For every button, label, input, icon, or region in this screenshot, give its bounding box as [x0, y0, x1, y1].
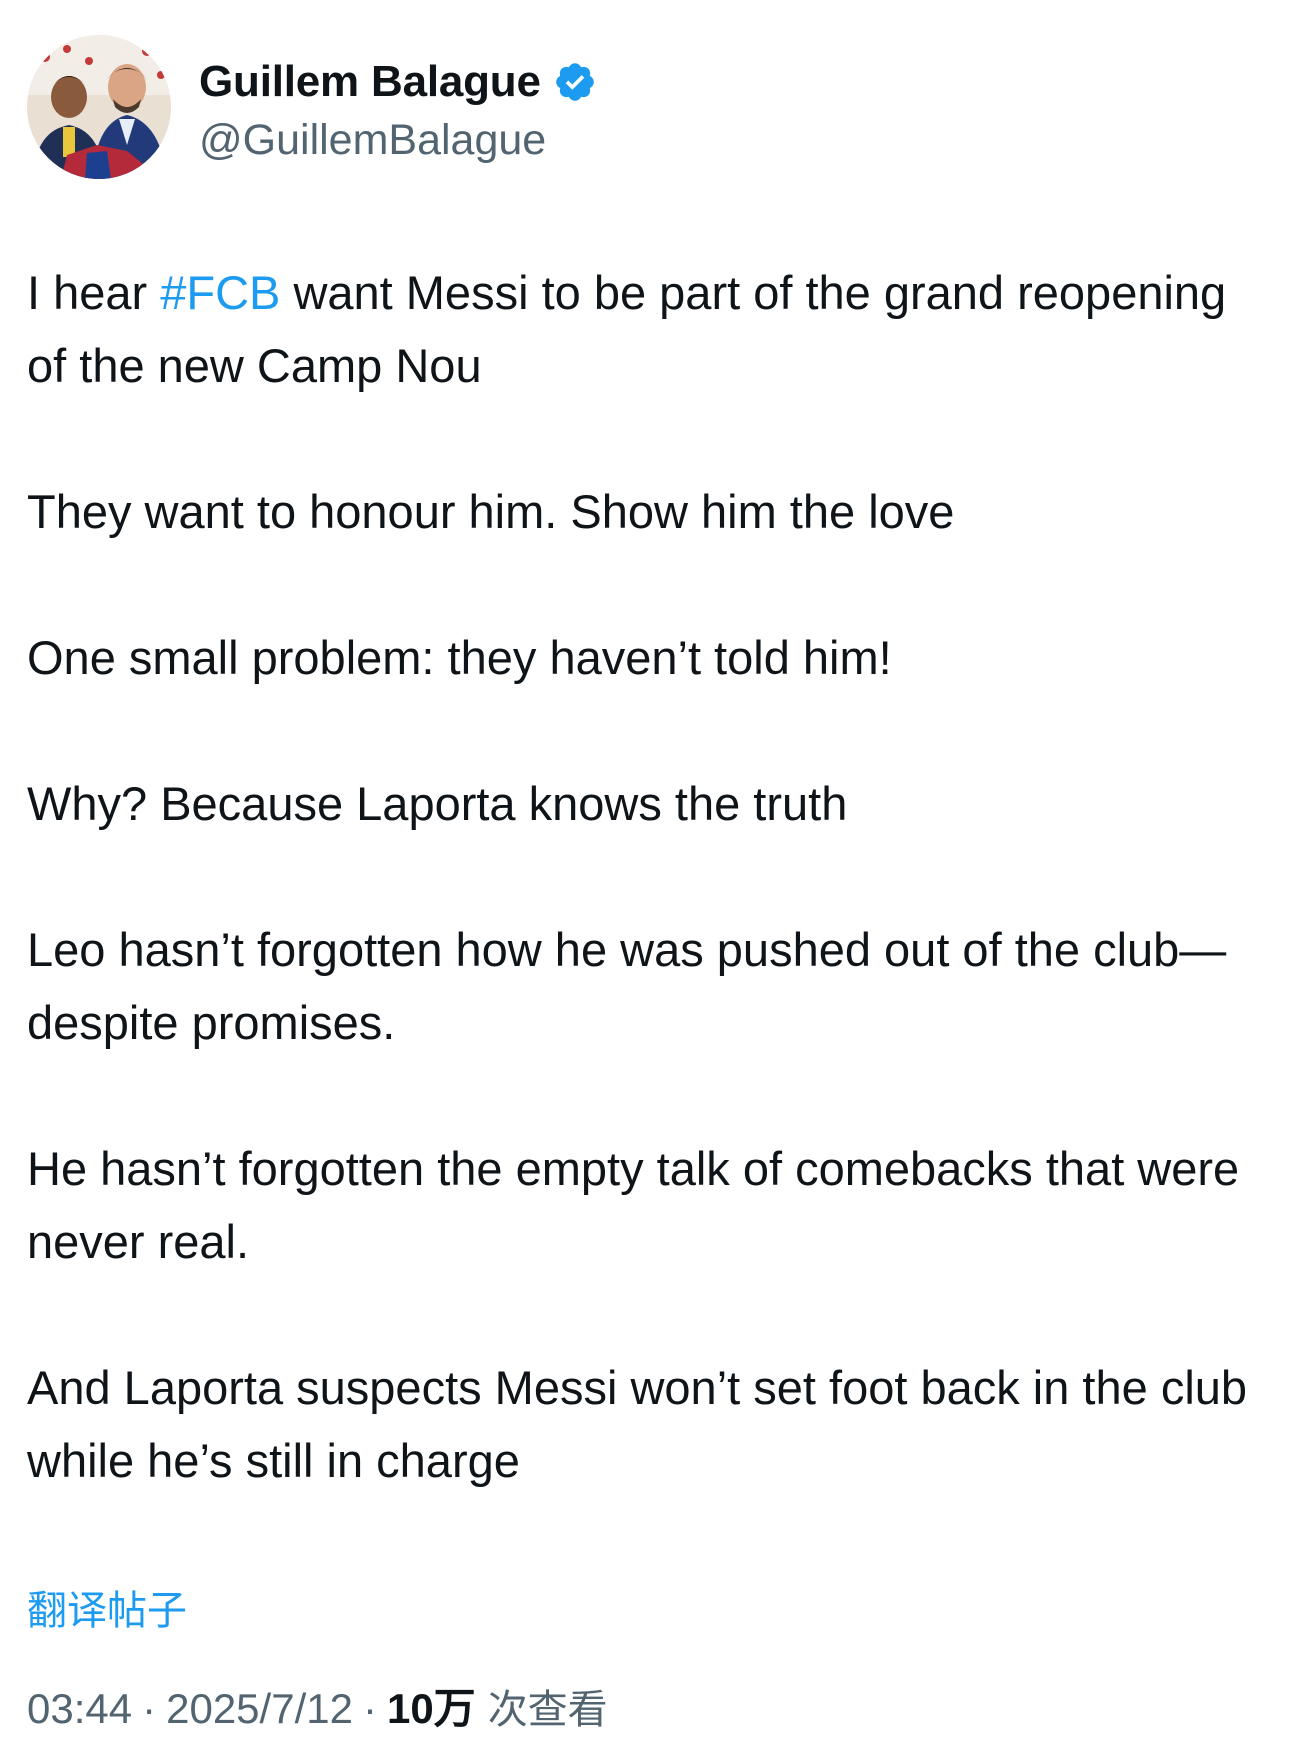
author-names: Guillem Balague @GuillemBalague	[199, 50, 597, 165]
tweet-text-segment: They want to honour him. Show him the lo…	[27, 485, 955, 538]
translate-post-link[interactable]: 翻译帖子	[27, 1578, 187, 1636]
avatar-image	[27, 35, 171, 179]
post-time[interactable]: 03:44	[27, 1685, 132, 1733]
meta-separator: ·	[362, 1685, 377, 1732]
tweet-paragraph: One small problem: they haven’t told him…	[27, 621, 1267, 694]
meta-separator: ·	[142, 1685, 157, 1732]
tweet-paragraph: They want to honour him. Show him the lo…	[27, 475, 1267, 548]
tweet-header: Guillem Balague @GuillemBalague	[27, 34, 597, 180]
tweet-metadata: 03:44 · 2025/7/12 · 10万 次查看	[27, 1675, 608, 1736]
post-date[interactable]: 2025/7/12	[166, 1685, 353, 1733]
tweet-card: Guillem Balague @GuillemBalague I hear #…	[0, 0, 1290, 1742]
tweet-text-segment: And Laporta suspects Messi won’t set foo…	[27, 1361, 1248, 1487]
tweet-paragraph: Why? Because Laporta knows the truth	[27, 767, 1267, 840]
tweet-paragraph: I hear #FCB want Messi to be part of the…	[27, 256, 1267, 402]
hashtag-link[interactable]: #FCB	[160, 266, 280, 319]
author-handle[interactable]: @GuillemBalague	[199, 116, 597, 165]
tweet-paragraph: He hasn’t forgotten the empty talk of co…	[27, 1132, 1267, 1278]
tweet-paragraph: And Laporta suspects Messi won’t set foo…	[27, 1351, 1267, 1497]
tweet-text-segment: I hear	[27, 266, 161, 319]
views-count: 10万	[386, 1685, 476, 1732]
tweet-paragraph: Leo hasn’t forgotten how he was pushed o…	[27, 913, 1267, 1059]
tweet-text-segment: Leo hasn’t forgotten how he was pushed o…	[27, 923, 1227, 1049]
verified-badge-icon	[553, 60, 597, 104]
tweet-text-segment: Why? Because Laporta knows the truth	[27, 777, 848, 830]
views-label: 次查看	[487, 1687, 608, 1733]
display-name[interactable]: Guillem Balague	[199, 57, 541, 107]
tweet-text-segment: He hasn’t forgotten the empty talk of co…	[27, 1142, 1240, 1268]
avatar[interactable]	[27, 35, 171, 179]
tweet-text: I hear #FCB want Messi to be part of the…	[27, 256, 1267, 1497]
tweet-text-segment: One small problem: they haven’t told him…	[27, 631, 892, 684]
name-row: Guillem Balague	[199, 50, 597, 114]
